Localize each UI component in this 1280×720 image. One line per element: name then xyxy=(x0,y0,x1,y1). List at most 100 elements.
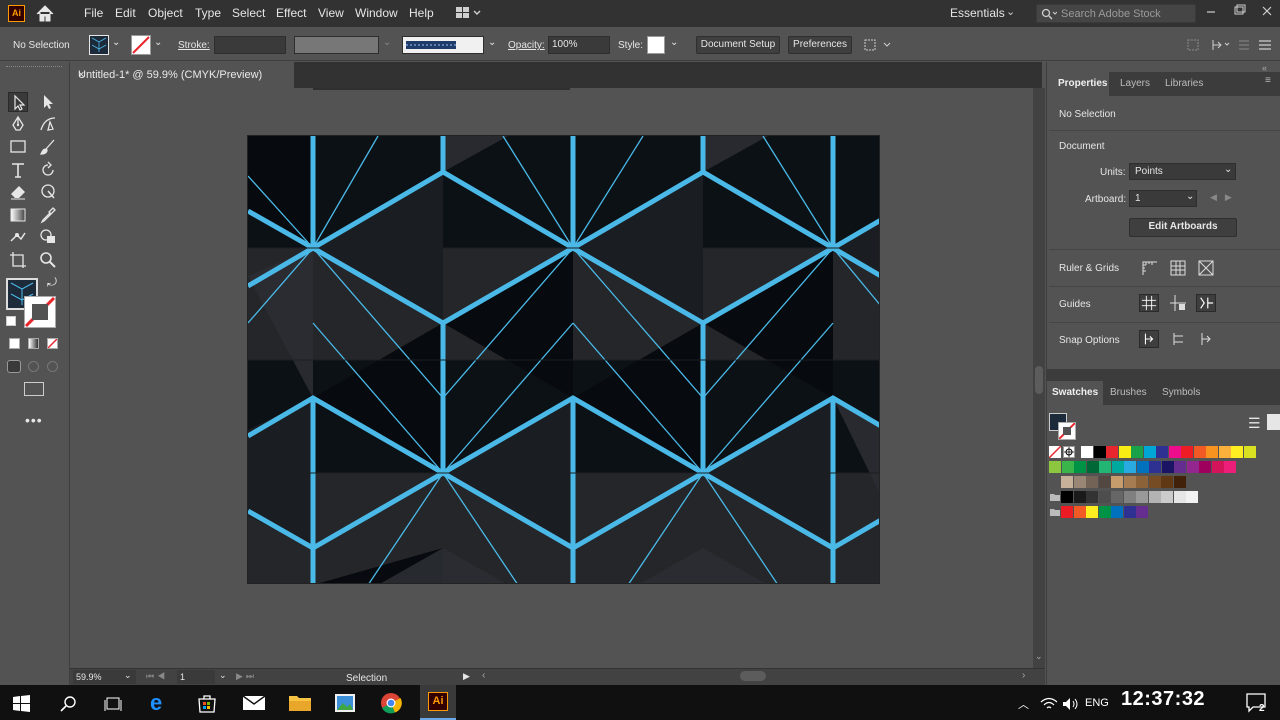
network-icon[interactable] xyxy=(1040,697,1058,711)
chevron-down-icon[interactable]: ⌄ xyxy=(219,670,227,681)
scroll-thumb[interactable] xyxy=(1035,366,1043,394)
color-swatch[interactable] xyxy=(1086,491,1098,503)
screen-mode-icon[interactable] xyxy=(24,382,44,396)
tab-swatches[interactable]: Swatches xyxy=(1052,387,1098,398)
draw-normal-icon[interactable] xyxy=(7,360,21,373)
registration-swatch[interactable] xyxy=(1063,446,1075,458)
color-swatch[interactable] xyxy=(1073,491,1086,503)
eraser-tool[interactable] xyxy=(8,182,28,202)
color-swatch[interactable] xyxy=(1173,476,1186,488)
color-swatch[interactable] xyxy=(1136,491,1148,503)
gradient-mode-icon[interactable] xyxy=(28,338,39,349)
tab-layers[interactable]: Layers xyxy=(1120,78,1150,89)
artboard[interactable] xyxy=(247,135,880,584)
color-swatch[interactable] xyxy=(1093,446,1106,458)
chevron-down-icon[interactable]: ⌄ xyxy=(670,37,678,48)
color-swatch[interactable] xyxy=(1173,491,1186,503)
color-swatch[interactable] xyxy=(1136,506,1148,518)
color-swatch[interactable] xyxy=(1111,476,1123,488)
color-swatch[interactable] xyxy=(1143,446,1156,458)
edit-artboards-button[interactable]: Edit Artboards xyxy=(1129,218,1237,237)
color-swatch[interactable] xyxy=(1224,461,1236,473)
chevron-down-icon[interactable]: ⌄ xyxy=(154,37,162,48)
edge-browser-icon[interactable]: e xyxy=(150,692,172,714)
fill-swatch[interactable] xyxy=(89,35,109,55)
color-swatch[interactable] xyxy=(1118,446,1131,458)
menu-window[interactable]: Window xyxy=(355,6,398,20)
tray-chevron-up-icon[interactable]: ︿ xyxy=(1018,696,1029,712)
more-tools-icon[interactable]: ••• xyxy=(25,412,43,428)
tab-symbols[interactable]: Symbols xyxy=(1162,387,1200,398)
chrome-icon[interactable] xyxy=(380,692,402,714)
variable-width-profile[interactable] xyxy=(294,36,379,54)
color-swatch[interactable] xyxy=(1098,476,1111,488)
color-swatch[interactable] xyxy=(1049,461,1061,473)
zoom-tool[interactable] xyxy=(38,250,58,270)
menu-view[interactable]: View xyxy=(318,6,344,20)
grid-icon[interactable] xyxy=(1168,259,1188,277)
units-select[interactable]: Points xyxy=(1129,163,1236,180)
swatch-stroke-preview[interactable] xyxy=(1058,422,1076,440)
color-swatch[interactable] xyxy=(1193,446,1206,458)
tab-properties[interactable]: Properties xyxy=(1058,78,1107,89)
chevron-down-icon[interactable]: ⌄ xyxy=(1186,191,1194,202)
color-swatch[interactable] xyxy=(1098,491,1111,503)
color-swatch[interactable] xyxy=(1186,461,1199,473)
menu-file[interactable]: File xyxy=(84,6,103,20)
color-swatch[interactable] xyxy=(1148,491,1161,503)
arrange-icon[interactable] xyxy=(862,36,892,54)
gradient-tool[interactable] xyxy=(8,205,28,225)
color-swatch[interactable] xyxy=(1148,476,1161,488)
color-swatch[interactable] xyxy=(1156,446,1168,458)
curvature-tool[interactable] xyxy=(38,114,58,134)
artboard-number-field[interactable]: 1 xyxy=(177,670,215,684)
draw-behind-icon[interactable] xyxy=(28,361,39,372)
none-swatch[interactable] xyxy=(1048,445,1062,459)
document-setup-button[interactable]: Document Setup xyxy=(696,36,780,54)
color-swatch[interactable] xyxy=(1181,446,1193,458)
window-controls[interactable] xyxy=(1199,2,1279,22)
panel-options-icons[interactable] xyxy=(1185,36,1275,54)
selection-tool[interactable] xyxy=(8,92,28,112)
color-swatch[interactable] xyxy=(1073,506,1086,518)
tab-brushes[interactable]: Brushes xyxy=(1110,387,1147,398)
color-swatch[interactable] xyxy=(1149,461,1161,473)
document-tab[interactable]: Untitled-1* @ 59.9% (CMYK/Preview) × xyxy=(70,62,294,88)
color-swatch[interactable] xyxy=(1136,476,1148,488)
snap-to-grid-icon[interactable] xyxy=(1168,330,1188,348)
color-swatch[interactable] xyxy=(1123,506,1136,518)
menu-object[interactable]: Object xyxy=(148,6,183,20)
rulers-icon[interactable] xyxy=(1140,259,1160,277)
status-menu-icon[interactable]: ▶ xyxy=(463,671,470,682)
chevron-down-icon[interactable]: ⌄ xyxy=(124,670,132,681)
swatch-group-folder-icon[interactable] xyxy=(1049,491,1061,503)
color-swatch[interactable] xyxy=(1111,491,1123,503)
guides-icon[interactable] xyxy=(1139,294,1159,312)
volume-icon[interactable] xyxy=(1062,697,1080,711)
color-swatch[interactable] xyxy=(1061,491,1073,503)
mail-icon[interactable] xyxy=(242,694,266,712)
artboard-nav-next-icon[interactable]: ▶⏭ xyxy=(236,671,257,682)
swatch-group-folder-icon[interactable] xyxy=(1049,506,1061,518)
windows-start-icon[interactable] xyxy=(13,695,30,712)
chevron-down-icon[interactable]: ⌄ xyxy=(488,37,496,48)
color-swatch[interactable] xyxy=(1061,461,1074,473)
menu-help[interactable]: Help xyxy=(409,6,434,20)
chevron-down-icon[interactable]: ⌄ xyxy=(112,37,120,48)
arrange-documents-icon[interactable] xyxy=(455,6,481,20)
default-colors-icon[interactable] xyxy=(6,316,16,326)
warp-tool[interactable] xyxy=(38,182,58,202)
color-swatch[interactable] xyxy=(1211,461,1224,473)
none-mode-icon[interactable] xyxy=(47,338,58,349)
panel-grip[interactable] xyxy=(6,66,62,70)
opacity-field[interactable]: 100% xyxy=(548,36,610,54)
stroke-swatch[interactable] xyxy=(131,35,151,55)
tab-libraries[interactable]: Libraries xyxy=(1165,78,1203,89)
color-swatch[interactable] xyxy=(1231,446,1243,458)
color-swatch[interactable] xyxy=(1061,506,1073,518)
color-swatch[interactable] xyxy=(1111,461,1124,473)
artboard-tool[interactable] xyxy=(8,250,28,270)
color-swatch[interactable] xyxy=(1161,476,1173,488)
color-swatch[interactable] xyxy=(1161,491,1173,503)
transparency-grid-icon[interactable] xyxy=(1196,259,1216,277)
